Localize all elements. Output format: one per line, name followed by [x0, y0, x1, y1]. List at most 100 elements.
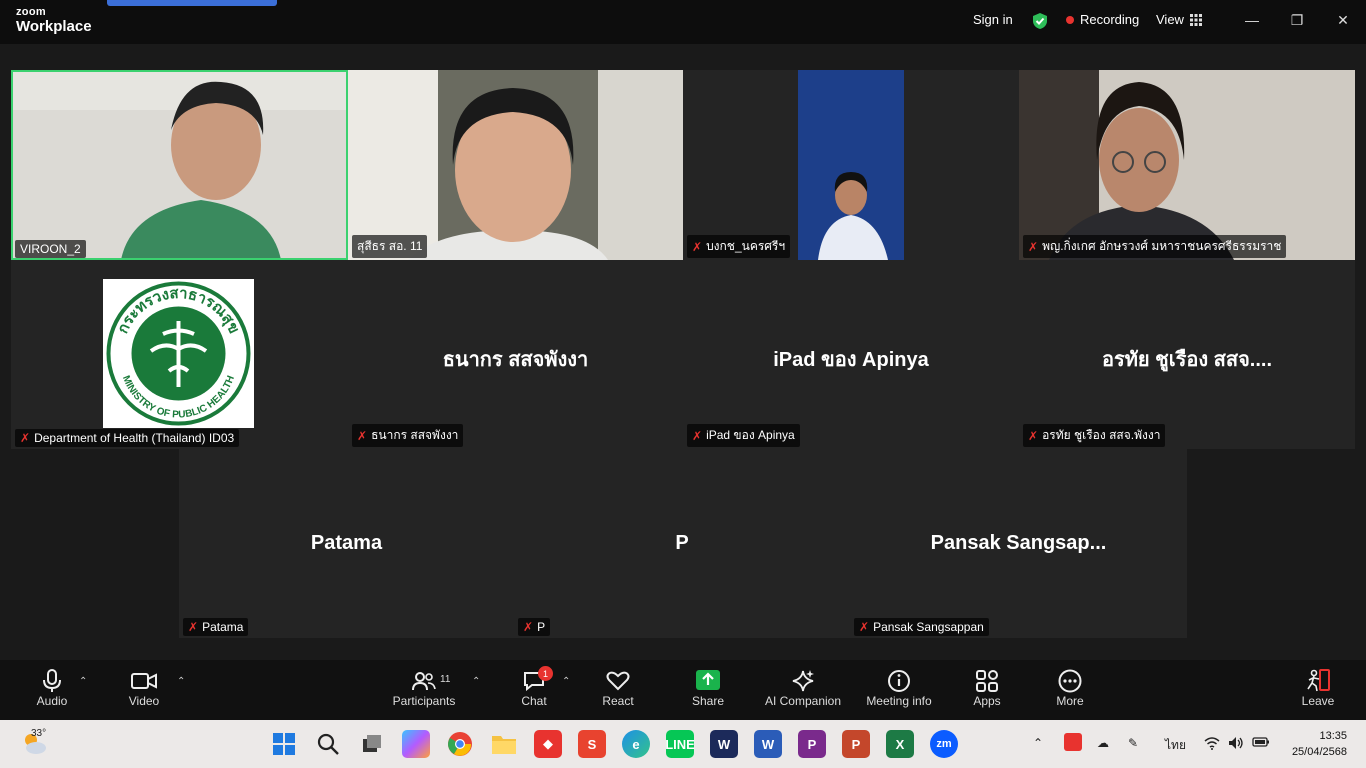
clock-date: 25/04/2568 [1291, 746, 1347, 758]
audio-label: Audio [36, 694, 68, 708]
restore-icon: ❐ [1290, 11, 1304, 28]
view-button[interactable]: View [1156, 12, 1202, 27]
tile-orathai[interactable]: อรทัย ชูเรือง สสจ.... ✗ อรทัย ชูเรือง สสจ… [1019, 260, 1355, 449]
share-label: Share [691, 694, 725, 708]
participants-count: 11 [440, 674, 451, 685]
minimize-button[interactable]: — [1240, 10, 1264, 30]
title-bar: zoom Workplace Sign in Recording View — … [0, 0, 1366, 44]
meeting-info-label: Meeting info [866, 694, 932, 708]
windows-start-icon[interactable] [270, 730, 298, 758]
participant-name: อรทัย ชูเรือง สสจ.พังงา [1042, 428, 1161, 442]
brand-workplace: Workplace [16, 18, 92, 35]
anydesk-icon[interactable]: ◆ [534, 730, 562, 758]
share-screen-icon [668, 668, 748, 694]
participant-name: Pansak Sangsappan [873, 620, 984, 634]
participant-name: Department of Health (Thailand) ID03 [34, 431, 235, 445]
recording-label: Recording [1080, 12, 1140, 27]
tile-patama[interactable]: Patama ✗ Patama [179, 449, 514, 638]
participant-name: P [537, 620, 546, 634]
participant-display-name: Patama [310, 532, 383, 554]
video-tile-bongkot[interactable]: ✗ บงกช_นครศรีฯ [683, 70, 1019, 260]
participant-name-label: ✗ iPad ของ Apinya [687, 424, 800, 447]
weather-widget[interactable]: 33° [20, 728, 48, 761]
chat-options-chevron-icon[interactable]: ⌃ [562, 676, 570, 687]
file-explorer-icon[interactable] [490, 730, 518, 758]
participants-button[interactable]: 11 Participants [384, 668, 464, 708]
leave-button[interactable]: Leave [1278, 668, 1358, 708]
excel-icon[interactable]: X [886, 730, 914, 758]
sign-in-button[interactable]: Sign in [973, 12, 1013, 27]
chat-button[interactable]: 1 Chat [494, 666, 574, 708]
mic-muted-icon: ✗ [1028, 239, 1039, 254]
meeting-info-button[interactable]: Meeting info [856, 668, 942, 708]
encryption-shield-icon[interactable] [1031, 12, 1049, 30]
chat-label: Chat [521, 694, 547, 708]
participant-name-label: ✗ ธนากร สสจพังงา [352, 424, 464, 447]
video-tile-susitorn[interactable]: สุสีธร สอ. 11 [348, 70, 683, 260]
more-dots-icon [1030, 668, 1110, 694]
video-tile-kingket[interactable]: ✗ พญ.กิ่งเกศ อักษรวงศ์ มหาราชนครศรีธรรมรา… [1019, 70, 1355, 260]
input-language[interactable]: ไทย [1165, 736, 1186, 755]
participant-name: พญ.กิ่งเกศ อักษรวงศ์ มหาราชนครศรีธรรมราช [1042, 239, 1282, 253]
tile-ipad-apinya[interactable]: iPad ของ Apinya ✗ iPad ของ Apinya [683, 260, 1019, 449]
clipchamp-icon[interactable]: W [710, 730, 738, 758]
participant-name: ธนากร สสจพังงา [371, 428, 459, 442]
participant-name: VIROON_2 [20, 242, 81, 256]
participant-video [1019, 70, 1355, 260]
search-icon[interactable] [314, 730, 342, 758]
close-button[interactable]: ✕ [1331, 10, 1355, 30]
recording-indicator[interactable]: Recording [1066, 12, 1139, 27]
camera-icon [104, 668, 184, 694]
leave-icon [1278, 668, 1358, 694]
participant-name: iPad ของ Apinya [706, 428, 795, 442]
participant-display-name: ธนากร สสจพังงา [442, 349, 589, 371]
recording-dot-icon [1066, 15, 1074, 24]
video-button[interactable]: Video [104, 668, 184, 708]
edge-icon[interactable]: e [622, 730, 650, 758]
video-options-chevron-icon[interactable]: ⌃ [177, 676, 185, 687]
cloud-sync-off-icon[interactable]: ☁ [1097, 736, 1109, 750]
tray-overflow-chevron-icon[interactable]: ⌃ [1033, 736, 1043, 750]
apps-button[interactable]: Apps [947, 668, 1027, 708]
windows-taskbar: 33° ◆ S e LINE W W P P X zm ⌃ ☁ ✎ ไทย 13… [0, 720, 1366, 768]
line-icon[interactable]: LINE [665, 730, 695, 758]
pdf-icon[interactable]: P [798, 730, 826, 758]
battery-icon[interactable] [1252, 736, 1270, 751]
mic-muted-icon: ✗ [523, 620, 534, 634]
wifi-icon[interactable] [1204, 736, 1220, 753]
apps-icon [947, 668, 1027, 694]
tray-anydesk-icon[interactable] [1064, 733, 1082, 751]
sketch-s-icon[interactable]: S [578, 730, 606, 758]
tile-thanakorn[interactable]: ธนากร สสจพังงา ✗ ธนากร สสจพังงา [348, 260, 683, 449]
powerpoint-icon[interactable]: P [842, 730, 870, 758]
tile-pansak[interactable]: Pansak Sangsap... ✗ Pansak Sangsappan [850, 449, 1187, 638]
audio-button[interactable]: Audio [12, 668, 92, 708]
minimize-icon: — [1245, 12, 1259, 28]
more-button[interactable]: More [1030, 668, 1110, 708]
tile-p[interactable]: P ✗ P [514, 449, 850, 638]
tile-department-of-health[interactable]: กระทรวงสาธารณสุข MINISTRY OF PUBLIC HEAL… [11, 260, 348, 449]
audio-options-chevron-icon[interactable]: ⌃ [79, 676, 87, 687]
participant-name: บงกช_นครศรีฯ [706, 239, 786, 253]
share-button[interactable]: Share [668, 668, 748, 708]
close-icon: ✕ [1337, 11, 1349, 28]
word-icon[interactable]: W [754, 730, 782, 758]
task-view-icon[interactable] [358, 730, 386, 758]
restore-button[interactable]: ❐ [1285, 10, 1309, 30]
participants-label: Participants [392, 694, 456, 708]
meeting-toolbar: Audio ⌃ Video ⌃ 11 Participants ⌃ 1 Chat… [0, 660, 1366, 720]
mic-muted-icon: ✗ [188, 620, 199, 634]
mic-muted-icon: ✗ [357, 428, 368, 443]
system-clock[interactable]: 13:35 25/04/2568 [1292, 728, 1347, 760]
zoom-icon[interactable]: zm [930, 730, 958, 758]
chat-unread-badge: 1 [538, 666, 553, 681]
copilot-icon[interactable] [402, 730, 430, 758]
ai-companion-button[interactable]: AI Companion [758, 668, 848, 708]
chrome-icon[interactable] [446, 730, 474, 758]
participant-name-label: ✗ Patama [183, 618, 249, 636]
video-tile-viroon[interactable]: VIROON_2 [11, 70, 348, 260]
volume-icon[interactable] [1228, 736, 1244, 753]
react-button[interactable]: React [578, 668, 658, 708]
pen-input-icon[interactable]: ✎ [1128, 736, 1138, 750]
participants-options-chevron-icon[interactable]: ⌃ [472, 676, 480, 687]
